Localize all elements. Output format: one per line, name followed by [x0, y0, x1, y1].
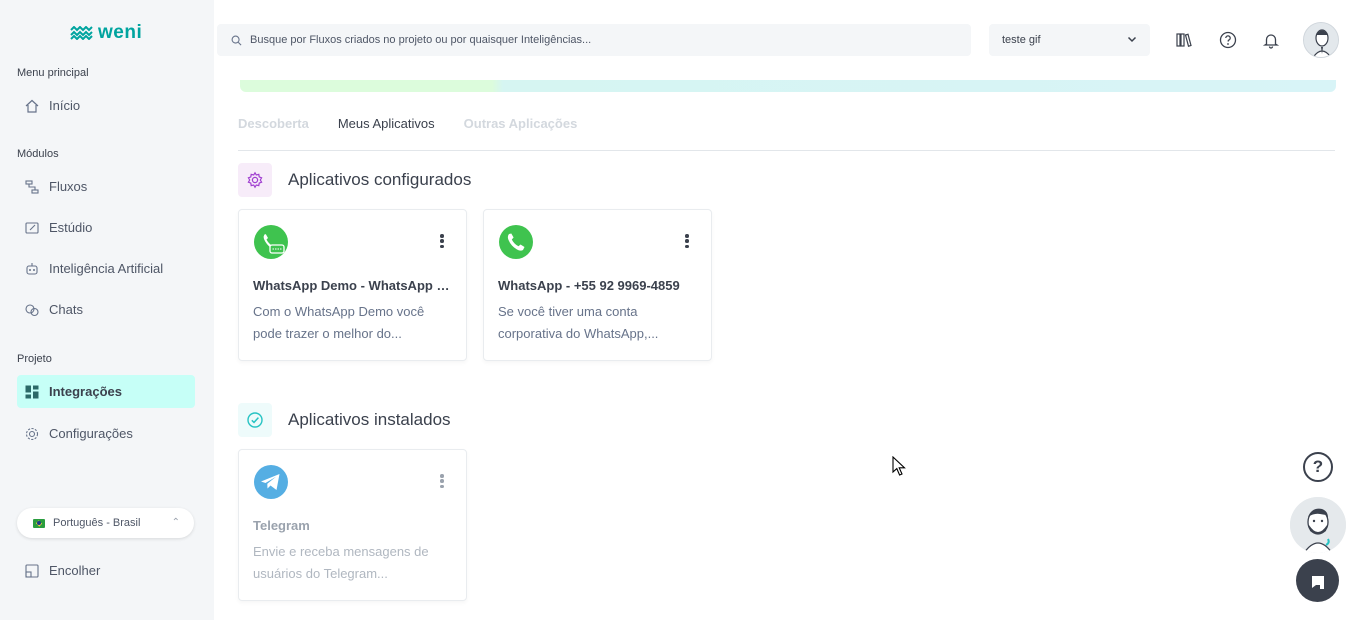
sidebar-item-fluxos[interactable]: Fluxos	[17, 170, 195, 203]
search-icon	[231, 35, 242, 45]
sidebar-item-label: Configurações	[49, 426, 133, 441]
sidebar-item-inicio[interactable]: Início	[17, 89, 195, 122]
project-select-value: teste gif	[1002, 34, 1041, 46]
mouse-cursor-icon	[892, 456, 906, 476]
chevron-down-icon	[1127, 36, 1137, 43]
collapse-icon	[25, 563, 39, 578]
collapse-label: Encolher	[49, 563, 101, 578]
app-card-title: Telegram	[253, 518, 310, 533]
flow-icon	[25, 179, 39, 194]
sidebar-item-label: Chats	[49, 302, 83, 317]
banner-progress-strip	[240, 80, 1336, 92]
installed-section-header: Aplicativos instalados	[238, 403, 451, 437]
sidebar-item-label: Inteligência Artificial	[49, 261, 164, 276]
app-card-whatsapp[interactable]: WhatsApp - +55 92 9969-4859 Se você tive…	[483, 209, 712, 361]
sidebar-item-integracoes[interactable]: Integrações	[17, 375, 195, 408]
open-chat-button[interactable]	[1296, 559, 1339, 602]
help-circle-icon	[1219, 31, 1237, 49]
sidebar-item-estudio[interactable]: Estúdio	[17, 211, 195, 244]
language-label: Português - Brasil	[53, 517, 141, 529]
app-card-title: WhatsApp Demo - WhatsApp Demo	[253, 278, 453, 293]
chat-flag-icon	[1311, 575, 1324, 589]
app-card-description: Se você tiver uma conta corporativa do W…	[498, 304, 659, 341]
section-title-main: Menu principal	[17, 67, 89, 79]
bell-icon	[1262, 34, 1280, 49]
notifications-button[interactable]	[1261, 30, 1281, 50]
global-search[interactable]	[217, 24, 971, 56]
integrations-icon	[25, 385, 39, 398]
logo-text: weni	[98, 22, 143, 43]
search-input[interactable]	[250, 34, 950, 46]
installed-check-icon	[238, 403, 272, 437]
project-select[interactable]: teste gif	[989, 24, 1150, 56]
weni-logo[interactable]: weni	[70, 22, 142, 44]
sidebar-item-configuracoes[interactable]: Configurações	[17, 417, 195, 450]
brazil-flag-icon	[33, 518, 45, 528]
section-title-project: Projeto	[17, 353, 52, 365]
floating-help-button[interactable]: ?	[1303, 452, 1333, 482]
sidebar-item-label: Fluxos	[49, 179, 88, 194]
configured-section-title: Aplicativos configurados	[288, 170, 472, 189]
chatbot-avatar-button[interactable]	[1290, 497, 1346, 553]
whatsapp-demo-icon	[254, 225, 288, 259]
bot-face-icon	[1290, 497, 1346, 553]
chevron-up-icon: ⌃	[171, 517, 180, 528]
app-menu-kebab-icon[interactable]	[440, 234, 444, 248]
tab-meus-aplicativos[interactable]: Meus Aplicativos	[338, 116, 435, 131]
collapse-sidebar-button[interactable]: Encolher	[17, 554, 195, 587]
help-button[interactable]	[1218, 30, 1238, 50]
robot-icon	[26, 262, 38, 275]
books-icon	[1176, 33, 1192, 47]
tabs-divider	[238, 150, 1335, 151]
app-root: weni Menu principal Início Módulos Fluxo…	[0, 0, 1358, 620]
sidebar-item-chats[interactable]: Chats	[17, 293, 195, 326]
telegram-icon	[254, 465, 288, 499]
home-icon	[25, 99, 39, 113]
chat-icon	[25, 303, 39, 316]
books-button[interactable]	[1174, 30, 1194, 50]
gear-icon	[25, 427, 39, 440]
app-card-whatsapp-demo[interactable]: WhatsApp Demo - WhatsApp Demo Com o What…	[238, 209, 467, 361]
app-menu-kebab-icon[interactable]	[440, 474, 444, 488]
section-title-modules: Módulos	[17, 148, 59, 160]
tab-descoberta[interactable]: Descoberta	[238, 116, 309, 131]
app-card-description: Envie e receba mensagens de usuários do …	[253, 544, 429, 581]
app-tabs: Descoberta Meus Aplicativos Outras Aplic…	[238, 116, 606, 131]
logo-waves-icon	[70, 26, 93, 40]
sidebar: weni Menu principal Início Módulos Fluxo…	[0, 0, 214, 620]
sidebar-item-label: Estúdio	[49, 220, 93, 235]
user-avatar[interactable]	[1303, 22, 1339, 58]
app-card-description: Com o WhatsApp Demo você pode trazer o m…	[253, 304, 425, 341]
studio-icon	[25, 221, 39, 234]
avatar-illustration-icon	[1304, 23, 1338, 57]
whatsapp-icon	[499, 225, 533, 259]
sidebar-item-label: Início	[49, 98, 81, 113]
app-menu-kebab-icon[interactable]	[685, 234, 689, 248]
app-card-telegram[interactable]: Telegram Envie e receba mensagens de usu…	[238, 449, 467, 601]
sidebar-item-label: Integrações	[49, 384, 122, 399]
tab-outras-aplicacoes[interactable]: Outras Aplicações	[464, 116, 578, 131]
configured-section-header: Aplicativos configurados	[238, 163, 471, 197]
configured-gear-icon	[238, 163, 272, 197]
app-card-title: WhatsApp - +55 92 9969-4859	[498, 278, 680, 293]
sidebar-item-ia[interactable]: Inteligência Artificial	[17, 252, 195, 285]
language-selector[interactable]: Português - Brasil ⌃	[17, 508, 194, 538]
installed-section-title: Aplicativos instalados	[288, 410, 451, 429]
